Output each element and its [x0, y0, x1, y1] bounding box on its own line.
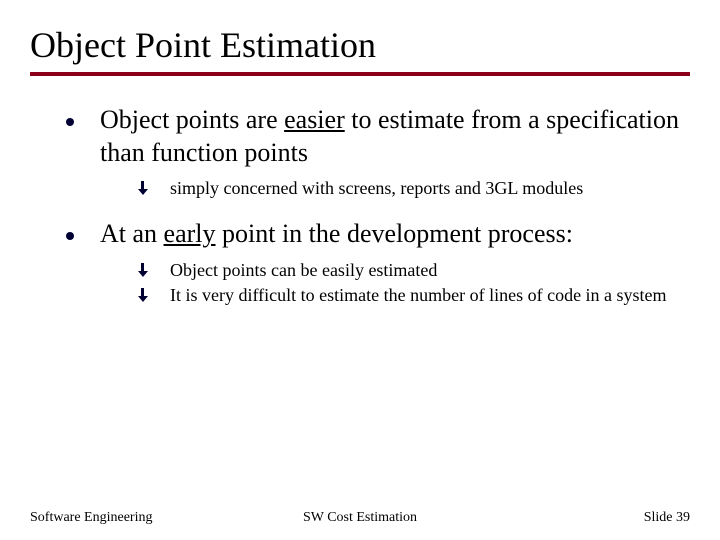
sub-bullet-text: Object points can be easily estimated [170, 259, 437, 282]
bullet-text: At an early point in the development pro… [100, 218, 573, 251]
footer-center: SW Cost Estimation [303, 510, 417, 526]
bullet-dot-icon [66, 232, 74, 240]
text-fragment: At an [100, 219, 164, 248]
underlined-word: easier [284, 105, 345, 134]
footer-left: Software Engineering [30, 510, 152, 526]
bullet-l1: At an early point in the development pro… [66, 218, 690, 251]
arrow-down-icon [136, 263, 150, 277]
bullet-l2: Object points can be easily estimated [136, 259, 690, 282]
sub-bullet-group: Object points can be easily estimated It… [136, 259, 690, 308]
footer: Software Engineering SW Cost Estimation … [0, 510, 720, 526]
bullet-l1: Object points are easier to estimate fro… [66, 104, 690, 169]
bullet-l2: simply concerned with screens, reports a… [136, 177, 690, 200]
arrow-down-icon [136, 288, 150, 302]
sub-bullet-text: simply concerned with screens, reports a… [170, 177, 583, 200]
text-fragment: Object points are [100, 105, 284, 134]
sub-bullet-text: It is very difficult to estimate the num… [170, 284, 667, 307]
footer-right: Slide 39 [644, 510, 690, 526]
bullet-dot-icon [66, 118, 74, 126]
underlined-word: early [164, 219, 216, 248]
content-area: Object points are easier to estimate fro… [30, 104, 690, 308]
slide: Object Point Estimation Object points ar… [0, 0, 720, 540]
text-fragment: point in the development process: [216, 219, 573, 248]
sub-bullet-group: simply concerned with screens, reports a… [136, 177, 690, 200]
bullet-text: Object points are easier to estimate fro… [100, 104, 690, 169]
slide-title: Object Point Estimation [30, 24, 690, 66]
title-underline [30, 72, 690, 76]
bullet-l2: It is very difficult to estimate the num… [136, 284, 690, 307]
arrow-down-icon [136, 181, 150, 195]
